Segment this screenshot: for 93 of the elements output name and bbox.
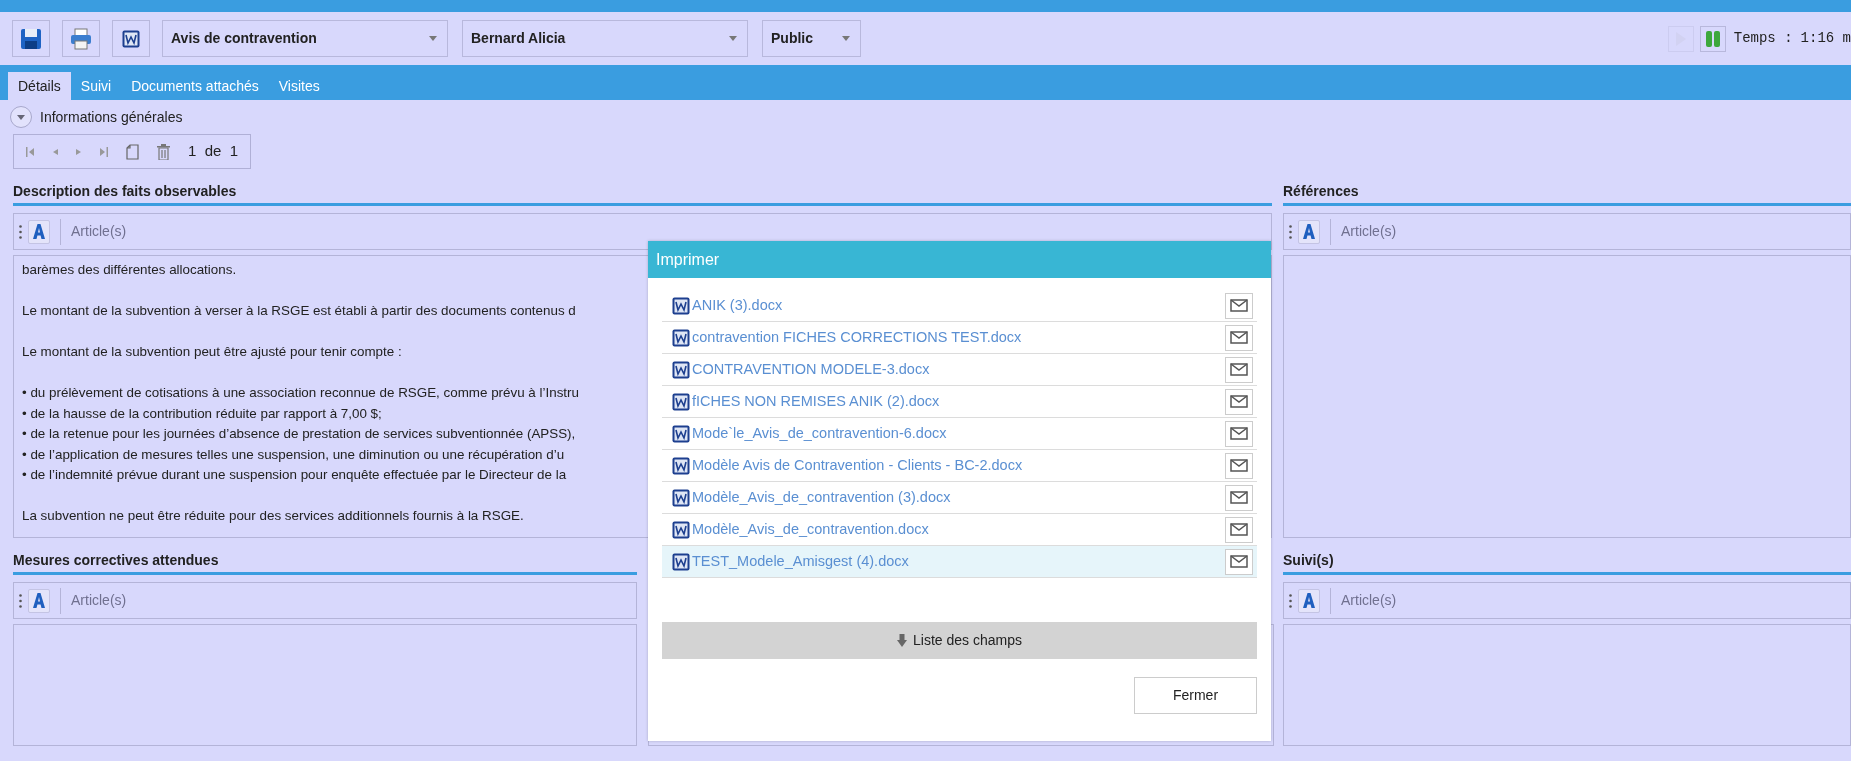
text-line: • de la hausse de la contribution réduite par rapport à 7,00 $; — [22, 404, 382, 423]
file-row[interactable]: contravention FICHES CORRECTIONS TEST.docx — [662, 322, 1257, 354]
group-label: Informations générales — [40, 107, 183, 127]
document-icon — [672, 488, 690, 507]
letter-icon — [1303, 593, 1315, 608]
text-line: • de l’indemnité prévue durant une suspension pour enquête effectuée par le Directeur de la — [22, 466, 567, 484]
font-button[interactable] — [28, 219, 50, 244]
envelope-icon — [1230, 331, 1248, 344]
email-button[interactable] — [1225, 516, 1253, 543]
text-line: • du prélèvement de cotisations à une association reconnue de RSGE, comme prévu à l’Instru — [22, 384, 579, 402]
document-icon — [672, 296, 690, 315]
dropdown[interactable]: Public — [762, 20, 861, 57]
document-icon — [672, 328, 690, 347]
grip-icon[interactable] — [1289, 593, 1292, 608]
email-button[interactable] — [1225, 388, 1253, 415]
expand-toggle[interactable] — [10, 106, 32, 128]
text-line: • de la retenue pour les journées d’absence de prestation de services subventionnée (APSS), — [22, 425, 576, 443]
file-row[interactable]: fICHES NON REMISES ANIK (2).docx — [662, 386, 1257, 418]
email-button[interactable] — [1225, 484, 1253, 511]
letter-icon — [1303, 224, 1315, 239]
page-indicator: 1 de 1 — [188, 141, 239, 162]
envelope-icon — [1230, 555, 1248, 568]
chevron-down-icon — [17, 113, 25, 121]
email-button[interactable] — [1225, 548, 1253, 575]
envelope-icon — [1230, 523, 1248, 536]
document-icon — [672, 552, 690, 571]
section-title: Description des faits observables — [13, 181, 1272, 206]
text-line: La subvention ne peut être réduite pour des services additionnels fournis à la RSGE. — [22, 507, 524, 525]
email-button[interactable] — [1225, 356, 1253, 383]
email-button[interactable] — [1225, 420, 1253, 447]
letter-icon — [33, 224, 45, 239]
email-button[interactable] — [1225, 292, 1253, 319]
word-button[interactable] — [112, 20, 150, 57]
email-button[interactable] — [1225, 324, 1253, 351]
close-button[interactable]: Fermer — [1134, 677, 1257, 714]
timer-label: Temps : — [1733, 29, 1793, 48]
envelope-icon — [1230, 395, 1248, 408]
document-icon — [672, 360, 690, 379]
document-icon — [122, 29, 140, 48]
tab[interactable]: Suivi — [70, 72, 122, 100]
section-title: Suivi(s) — [1283, 550, 1851, 575]
tab[interactable]: Documents attachés — [121, 72, 269, 100]
down-arrow-icon — [897, 634, 907, 647]
file-row[interactable]: Modèle Avis de Contravention - Clients - BC-2.docx — [662, 450, 1257, 482]
text-line: Le montant de la subvention à verser à la RSGE est établi à partir des documents contenus d — [22, 302, 576, 320]
section-title: Références — [1283, 181, 1851, 206]
font-button[interactable] — [1298, 219, 1320, 244]
grip-icon[interactable] — [19, 224, 22, 239]
envelope-icon — [1230, 427, 1248, 440]
file-row[interactable]: CONTRAVENTION MODELE-3.docx — [662, 354, 1257, 386]
file-row[interactable]: TEST_Modele_Amisgest (4).docx — [662, 546, 1257, 578]
caret-icon — [729, 36, 737, 41]
tab[interactable]: Détails — [8, 72, 71, 100]
text-line: barèmes des différentes allocations. — [22, 261, 237, 279]
caret-icon — [842, 36, 850, 41]
tab[interactable]: Visites — [268, 72, 330, 100]
pause-icon — [1705, 30, 1720, 47]
document-icon — [672, 520, 690, 539]
grip-icon[interactable] — [1289, 224, 1292, 239]
dropdown[interactable]: Bernard Alicia — [462, 20, 748, 57]
document-icon — [672, 424, 690, 443]
text-line: Le montant de la subvention peut être ajusté pour tenir compte : — [22, 343, 402, 361]
save-button[interactable] — [12, 20, 50, 57]
save-icon — [19, 26, 43, 51]
document-icon — [672, 392, 690, 411]
envelope-icon — [1230, 363, 1248, 376]
print-button[interactable] — [62, 20, 100, 57]
toolbar-label: Article(s) — [1341, 591, 1397, 610]
toolbar-label: Article(s) — [71, 591, 127, 610]
email-button[interactable] — [1225, 452, 1253, 479]
document-icon — [672, 456, 690, 475]
envelope-icon — [1230, 459, 1248, 472]
toolbar-label: Article(s) — [1341, 222, 1397, 241]
font-button[interactable] — [1298, 588, 1320, 613]
timer-value: 1:16 m — [1800, 29, 1851, 48]
trash-icon[interactable] — [157, 143, 170, 160]
file-row[interactable]: ANIK (3).docx — [662, 290, 1257, 322]
section-title: Mesures correctives attendues — [13, 550, 637, 575]
file-row[interactable]: Mode`le_Avis_de_contravention-6.docx — [662, 418, 1257, 450]
grip-icon[interactable] — [19, 593, 22, 608]
file-row[interactable]: Modèle_Avis_de_contravention (3).docx — [662, 482, 1257, 514]
caret-icon — [429, 36, 437, 41]
dialog-title: Imprimer — [648, 241, 1271, 278]
letter-icon — [33, 593, 45, 608]
printer-icon — [69, 26, 93, 51]
envelope-icon — [1230, 299, 1248, 312]
fields-button[interactable]: Liste des champs — [662, 622, 1257, 659]
text-line: • de l’application de mesures telles une suspension, une diminution ou une récupération d’u — [22, 445, 565, 464]
new-page-icon[interactable] — [126, 143, 139, 160]
font-button[interactable] — [28, 588, 50, 613]
envelope-icon — [1230, 491, 1248, 504]
toolbar-label: Article(s) — [71, 222, 127, 241]
dropdown[interactable]: Avis de contravention — [162, 20, 448, 57]
